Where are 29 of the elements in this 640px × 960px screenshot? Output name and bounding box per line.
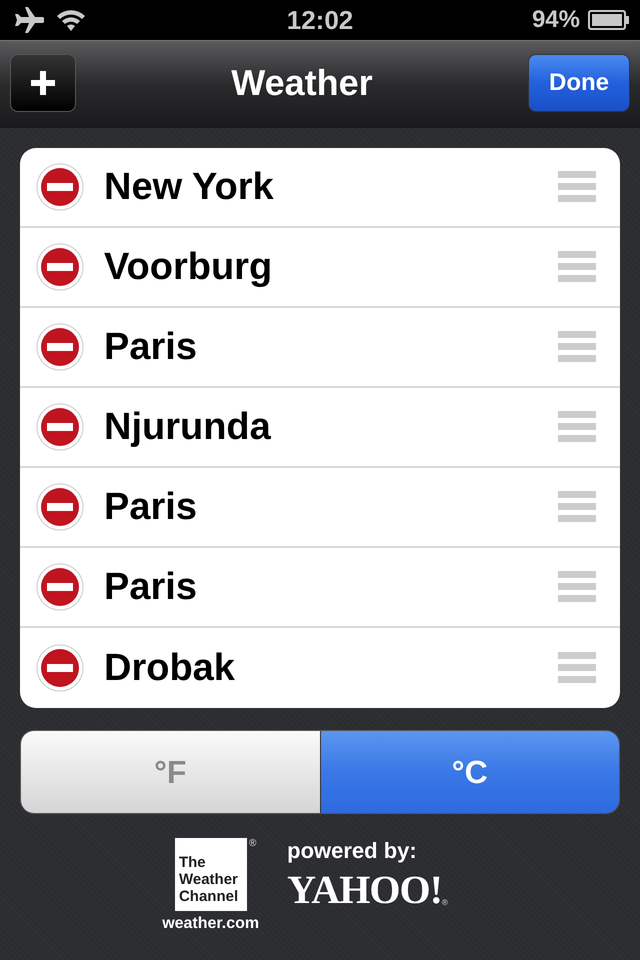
weather-channel-logo: The Weather Channel (174, 838, 247, 911)
powered-by-label: powered by: (287, 838, 418, 864)
city-name[interactable]: Paris (104, 326, 538, 368)
city-name[interactable]: Paris (104, 486, 538, 528)
city-name[interactable]: Paris (104, 566, 538, 608)
delete-icon[interactable] (36, 644, 84, 692)
done-button[interactable]: Done (528, 54, 630, 112)
delete-icon[interactable] (36, 163, 84, 211)
registered-mark: ® (442, 898, 448, 907)
registered-mark: ® (248, 838, 256, 849)
battery-icon (588, 10, 630, 30)
delete-icon[interactable] (36, 403, 84, 451)
delete-icon[interactable] (36, 243, 84, 291)
website-label: weather.com (162, 915, 260, 933)
wifi-icon (56, 8, 86, 32)
yahoo-logo: YAHOO! (287, 866, 442, 913)
nav-title: Weather (231, 62, 373, 104)
city-name[interactable]: New York (104, 166, 538, 208)
plus-icon (29, 68, 57, 96)
delete-icon[interactable] (36, 323, 84, 371)
delete-icon[interactable] (36, 483, 84, 531)
status-time: 12:02 (286, 4, 354, 36)
unit-tab[interactable]: °C (320, 731, 619, 813)
city-name[interactable]: Drobak (104, 646, 538, 690)
battery-percent: 94% (532, 6, 580, 34)
delete-icon[interactable] (36, 563, 84, 611)
add-button[interactable] (10, 54, 76, 112)
city-name[interactable]: Njurunda (104, 406, 538, 448)
city-name[interactable]: Voorburg (104, 246, 538, 288)
